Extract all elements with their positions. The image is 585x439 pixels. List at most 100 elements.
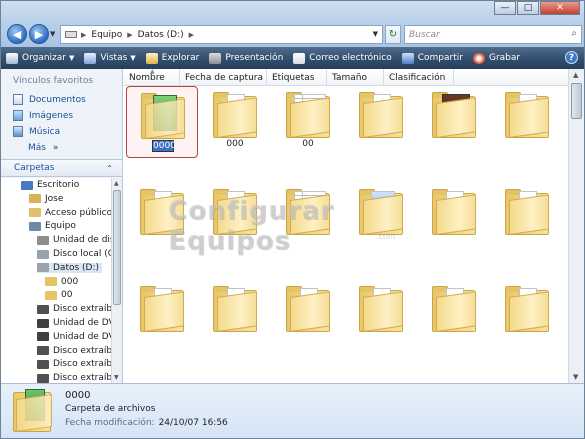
breadcrumb-datos[interactable]: Datos (D:) bbox=[138, 30, 184, 40]
column-nombre[interactable]: ▲ Nombre bbox=[124, 68, 180, 86]
tree-item[interactable]: Datos (D:) bbox=[37, 262, 103, 273]
breadcrumb-equipo[interactable]: Equipo bbox=[91, 30, 122, 40]
favorite-label: Música bbox=[29, 126, 61, 137]
folder-item[interactable] bbox=[199, 280, 271, 352]
forward-button[interactable]: ▶ bbox=[29, 24, 49, 44]
folder-item[interactable]: 000 bbox=[199, 86, 271, 158]
tree-scrollbar-thumb[interactable] bbox=[113, 190, 121, 305]
tree-item[interactable]: Escritorio bbox=[21, 180, 79, 190]
column-label: Fecha de captura bbox=[185, 72, 263, 83]
tree-item[interactable]: 00 bbox=[45, 290, 72, 300]
help-button[interactable]: ? bbox=[565, 51, 578, 64]
views-button[interactable]: Vistas ▼ bbox=[84, 52, 136, 64]
folders-header[interactable]: Carpetas ⌃ bbox=[1, 159, 122, 177]
tree-item[interactable]: Disco extraíble bbox=[37, 304, 111, 314]
tree-scrollbar[interactable]: ▲ ▼ bbox=[111, 178, 122, 383]
folder-icon bbox=[141, 93, 185, 139]
organize-button[interactable]: Organizar ▼ bbox=[6, 52, 74, 64]
folder-item[interactable] bbox=[345, 86, 417, 158]
tree-item[interactable]: Equipo bbox=[29, 221, 76, 231]
share-button[interactable]: Compartir bbox=[401, 52, 463, 64]
tree-node-icon bbox=[45, 290, 57, 300]
breadcrumb-separator-icon[interactable]: ▶ bbox=[127, 31, 132, 39]
organize-icon bbox=[6, 52, 18, 64]
favorite-documentos[interactable]: Documentos bbox=[13, 94, 86, 105]
tree-item[interactable]: Unidad de disc bbox=[37, 235, 111, 245]
refresh-button[interactable]: ↻ bbox=[385, 25, 401, 44]
pictures-icon bbox=[13, 110, 23, 121]
folder-icon bbox=[359, 189, 403, 235]
favorite-imagenes[interactable]: Imágenes bbox=[13, 110, 73, 121]
close-button[interactable]: ✕ bbox=[540, 1, 580, 15]
search-icon[interactable]: ⌕ bbox=[571, 28, 577, 39]
burn-label: Grabar bbox=[488, 53, 521, 63]
views-label: Vistas bbox=[100, 53, 128, 63]
address-dropdown-icon[interactable]: ▼ bbox=[373, 30, 378, 38]
slideshow-icon bbox=[209, 52, 222, 64]
address-bar[interactable]: ▶ Equipo ▶ Datos (D:) ▶ ▼ bbox=[60, 25, 383, 44]
minimize-button[interactable]: — bbox=[494, 1, 516, 15]
column-fecha-captura[interactable]: Fecha de captura bbox=[180, 69, 267, 86]
breadcrumb-separator-icon[interactable]: ▶ bbox=[81, 31, 86, 39]
tree-item[interactable]: Unidad de DVD bbox=[37, 318, 111, 328]
column-label: Etiquetas bbox=[272, 72, 315, 83]
folder-item[interactable] bbox=[418, 183, 490, 255]
folder-icon bbox=[432, 92, 476, 138]
more-favorites-link[interactable]: Más » bbox=[28, 143, 58, 153]
rename-input[interactable]: 0000 bbox=[152, 140, 176, 152]
content-scrollbar[interactable]: ▲ ▼ bbox=[568, 69, 584, 383]
folder-item[interactable] bbox=[418, 86, 490, 158]
folder-item[interactable] bbox=[418, 280, 490, 352]
folder-item[interactable] bbox=[491, 280, 563, 352]
tree-node-icon bbox=[37, 346, 49, 356]
music-icon bbox=[13, 126, 23, 137]
folder-item[interactable] bbox=[272, 183, 344, 255]
folder-item[interactable] bbox=[272, 280, 344, 352]
folder-item[interactable] bbox=[345, 183, 417, 255]
recent-pages-dropdown-icon[interactable]: ▼ bbox=[50, 30, 55, 38]
folder-item[interactable] bbox=[345, 280, 417, 352]
tree-item-label: Unidad de DVD bbox=[53, 318, 111, 328]
explore-button[interactable]: Explorar bbox=[145, 52, 199, 64]
back-button[interactable]: ◀ bbox=[7, 24, 27, 44]
column-label: Clasificación bbox=[389, 72, 446, 83]
tree-item-label: Disco extraíble bbox=[53, 373, 111, 383]
organize-label: Organizar bbox=[22, 53, 66, 63]
refresh-icon: ↻ bbox=[388, 29, 398, 40]
column-tamano[interactable]: Tamaño bbox=[327, 69, 384, 86]
content-scrollbar-thumb[interactable] bbox=[571, 83, 582, 119]
command-bar: Organizar ▼ Vistas ▼ Explorar Presentaci… bbox=[1, 47, 584, 69]
column-etiquetas[interactable]: Etiquetas bbox=[267, 69, 327, 86]
column-clasificacion[interactable]: Clasificación bbox=[384, 69, 454, 86]
folder-label: 000 bbox=[226, 139, 244, 149]
burn-button[interactable]: Grabar bbox=[472, 52, 521, 64]
folder-item[interactable] bbox=[199, 183, 271, 255]
tree-item[interactable]: 000 bbox=[45, 277, 78, 287]
maximize-button[interactable]: □ bbox=[517, 1, 539, 15]
breadcrumb-separator-icon[interactable]: ▶ bbox=[189, 31, 194, 39]
tree-item-label: Disco extraíble bbox=[53, 304, 111, 315]
tree-item[interactable]: Disco extraíble bbox=[37, 373, 111, 383]
tree-item[interactable]: Disco extraíble bbox=[37, 346, 111, 356]
scroll-up-icon[interactable]: ▲ bbox=[573, 71, 578, 79]
favorite-musica[interactable]: Música bbox=[13, 126, 60, 137]
folder-item[interactable] bbox=[491, 86, 563, 158]
search-input[interactable]: Buscar ⌕ bbox=[404, 25, 582, 44]
folder-item[interactable]: 0000 bbox=[126, 86, 198, 158]
scroll-down-icon[interactable]: ▼ bbox=[573, 373, 578, 381]
tree-item[interactable]: Unidad de DVD bbox=[37, 332, 111, 342]
tree-item[interactable]: Disco local (C:) bbox=[37, 249, 111, 259]
scroll-up-icon[interactable]: ▲ bbox=[114, 180, 119, 187]
share-icon bbox=[401, 52, 414, 64]
scroll-down-icon[interactable]: ▼ bbox=[114, 374, 119, 381]
folder-item[interactable]: 00 bbox=[272, 86, 344, 158]
email-button[interactable]: Correo electrónico bbox=[293, 52, 392, 64]
tree-item[interactable]: Jose bbox=[29, 194, 63, 204]
folder-item[interactable] bbox=[491, 183, 563, 255]
tree-item[interactable]: Acceso público bbox=[29, 208, 111, 218]
folder-item[interactable] bbox=[126, 280, 198, 352]
details-pane: 0000 Carpeta de archivos Fecha modificac… bbox=[1, 383, 584, 438]
tree-item[interactable]: Disco extraíble bbox=[37, 359, 111, 369]
slideshow-button[interactable]: Presentación bbox=[209, 52, 283, 64]
folder-item[interactable] bbox=[126, 183, 198, 255]
